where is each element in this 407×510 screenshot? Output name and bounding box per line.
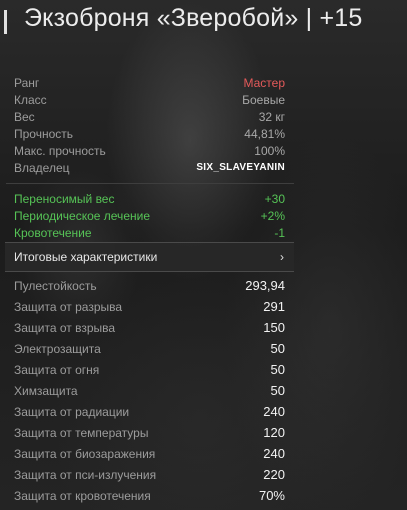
stat-value: 120 <box>263 425 285 440</box>
stat-value: 50 <box>270 341 285 356</box>
info-row-weight: Вес 32 кг <box>6 108 294 125</box>
info-row-owner: Владелец SIX_SLAVEYANIN <box>6 159 294 176</box>
stat-value: 240 <box>263 404 285 419</box>
stat-row: Защита от температуры 120 <box>6 422 294 443</box>
bonus-list: Переносимый вес +30 Периодическое лечени… <box>6 190 294 241</box>
bonus-label: Переносимый вес <box>14 191 115 206</box>
stat-label: Защита от кровотечения <box>14 488 151 503</box>
bonus-row: Переносимый вес +30 <box>6 190 294 207</box>
item-info-list: Ранг Мастер Класс Боевые Вес 32 кг Прочн… <box>6 74 294 176</box>
bonus-row: Кровотечение -1 <box>6 224 294 241</box>
stat-value: 50 <box>270 362 285 377</box>
info-label: Класс <box>14 92 47 107</box>
info-value: 44,81% <box>244 126 285 141</box>
info-value: 32 кг <box>258 109 285 124</box>
stats-list: Пулестойкость 293,94 Защита от разрыва 2… <box>6 275 294 506</box>
info-row-durability: Прочность 44,81% <box>6 125 294 142</box>
stat-label: Электрозащита <box>14 341 101 356</box>
stat-value: 50 <box>270 383 285 398</box>
stat-label: Пулестойкость <box>14 278 97 293</box>
stat-row: Пулестойкость 293,94 <box>6 275 294 296</box>
stat-label: Химзащита <box>14 383 78 398</box>
stat-label: Защита от температуры <box>14 425 149 440</box>
title-bar: Экзоброня «Зверобой» | +15 <box>0 0 407 44</box>
stat-value: 150 <box>263 320 285 335</box>
stat-row: Защита от кровотечения 70% <box>6 485 294 506</box>
info-label: Владелец <box>14 160 70 175</box>
info-label: Макс. прочность <box>14 143 106 158</box>
info-value: 100% <box>254 143 285 158</box>
bonus-label: Кровотечение <box>14 225 92 240</box>
info-label: Прочность <box>14 126 74 141</box>
stat-label: Защита от биозаражения <box>14 446 156 461</box>
stat-label: Защита от огня <box>14 362 100 377</box>
bonus-value: +2% <box>260 208 285 223</box>
info-value: Боевые <box>242 92 285 107</box>
stat-value: 240 <box>263 446 285 461</box>
stat-label: Защита от разрыва <box>14 299 123 314</box>
info-value: Мастер <box>243 75 285 90</box>
bonus-row: Периодическое лечение +2% <box>6 207 294 224</box>
chevron-right-icon: › <box>280 250 284 264</box>
stat-row: Защита от взрыва 150 <box>6 317 294 338</box>
info-row-class: Класс Боевые <box>6 91 294 108</box>
bonus-value: -1 <box>274 225 285 240</box>
owner-name: SIX_SLAVEYANIN <box>196 162 285 173</box>
item-title: Экзоброня «Зверобой» | +15 <box>24 4 363 32</box>
divider <box>6 183 294 184</box>
info-label: Ранг <box>14 75 40 90</box>
section-label: Итоговые характеристики <box>14 250 158 264</box>
stat-label: Защита от пси-излучения <box>14 467 157 482</box>
stat-value: 70% <box>258 488 285 503</box>
stat-label: Защита от взрыва <box>14 320 116 335</box>
stat-row: Защита от биозаражения 240 <box>6 443 294 464</box>
stat-value: 220 <box>263 467 285 482</box>
info-label: Вес <box>14 109 35 124</box>
info-row-rank: Ранг Мастер <box>6 74 294 91</box>
title-accent-bar <box>4 10 7 34</box>
stat-row: Химзащита 50 <box>6 380 294 401</box>
info-row-max-durability: Макс. прочность 100% <box>6 142 294 159</box>
stat-value: 291 <box>263 299 285 314</box>
stat-row: Защита от пси-излучения 220 <box>6 464 294 485</box>
bonus-label: Периодическое лечение <box>14 208 150 223</box>
final-stats-header-button[interactable]: Итоговые характеристики › <box>5 242 294 272</box>
stat-row: Защита от разрыва 291 <box>6 296 294 317</box>
stat-row: Защита от огня 50 <box>6 359 294 380</box>
bonus-value: +30 <box>264 191 285 206</box>
stat-value: 293,94 <box>245 278 285 293</box>
stat-label: Защита от радиации <box>14 404 130 419</box>
stat-row: Защита от радиации 240 <box>6 401 294 422</box>
stat-row: Электрозащита 50 <box>6 338 294 359</box>
